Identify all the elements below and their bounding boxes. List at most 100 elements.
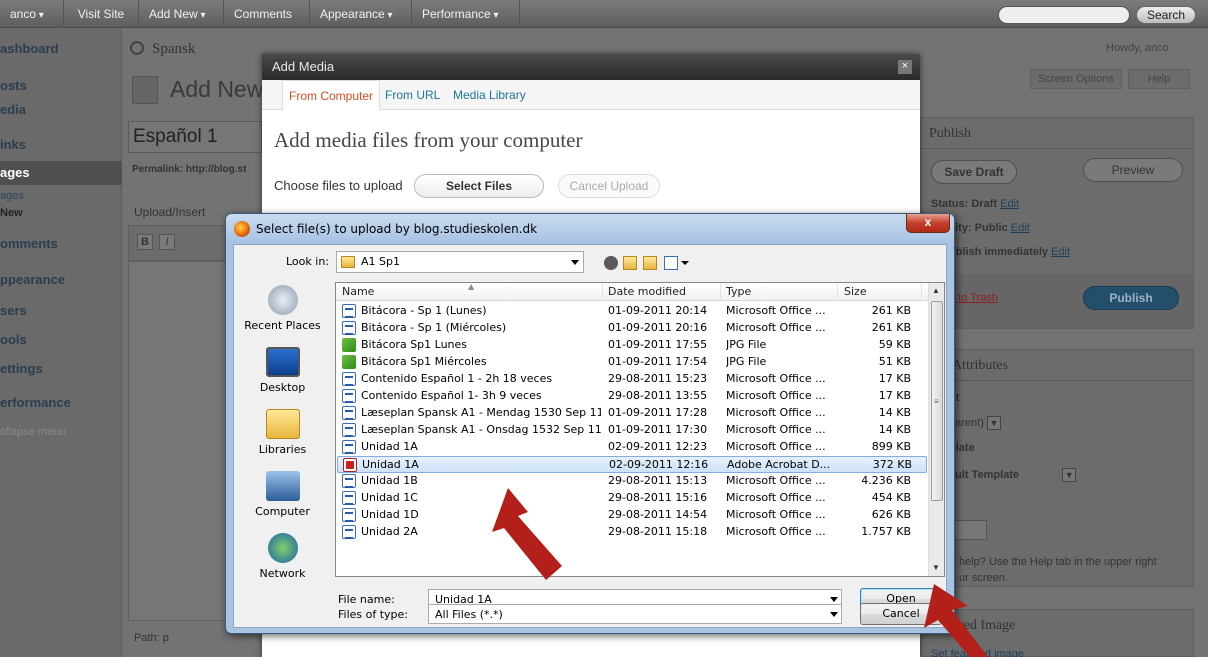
admin-bar-performance[interactable]: Performance [412,0,520,28]
sidebar-subitem-all-pages[interactable]: ages [0,190,122,202]
file-type: Microsoft Office ... [726,321,826,334]
tab-from-url[interactable]: From URL [385,80,440,110]
file-row[interactable]: Contenido Español 1 - 2h 18 veces 29-08-2… [337,371,927,388]
tab-from-computer[interactable]: From Computer [282,80,381,111]
file-row[interactable]: Unidad 1A 02-09-2011 12:23 Microsoft Offic… [337,439,927,456]
sidebar-item-performance[interactable]: erformance [0,395,122,410]
visibility-edit-link[interactable]: Edit [1011,222,1030,234]
file-row[interactable]: Contenido Español 1- 3h 9 veces 29-08-201… [337,388,927,405]
template-select[interactable]: ault Template ▼ [949,468,1077,482]
column-name[interactable]: Name [342,285,374,298]
file-date: 01-09-2011 17:55 [608,338,708,351]
howdy-user[interactable]: Howdy, anco [1106,42,1169,54]
file-size: 261 KB [871,304,911,317]
file-row[interactable]: Læseplan Spansk A1 - Mendag 1530 Sep 11 0… [337,405,927,422]
italic-button[interactable]: I [159,234,175,250]
file-upload-dialog: Select file(s) to upload by blog.studies… [225,213,955,634]
admin-bar-appearance[interactable]: Appearance [310,0,412,28]
publish-button[interactable]: Publish [1083,286,1179,310]
publish-time-edit-link[interactable]: Edit [1051,246,1070,258]
column-type[interactable]: Type [726,285,751,298]
move-to-trash-link[interactable]: e to Trash [949,292,998,304]
admin-bar-search-button[interactable]: Search [1136,6,1196,24]
admin-bar-comments[interactable]: Comments [224,0,310,28]
file-type: JPG File [726,355,767,368]
up-folder-icon[interactable] [623,256,637,270]
files-of-type-label: Files of type: [338,608,409,621]
place-recent-places[interactable]: Recent Places [235,285,330,332]
file-row[interactable]: Bitácora Sp1 Lunes 01-09-2011 17:55 JPG Fi… [337,337,927,354]
place-computer[interactable]: Computer [235,471,330,518]
file-list-scrollbar[interactable]: ▲ ≡ ▼ [928,283,944,576]
file-row[interactable]: Bitácora Sp1 Miércoles 01-09-2011 17:54 JP… [337,354,927,371]
add-media-close-button[interactable]: × [898,60,912,74]
column-size[interactable]: Size [844,285,867,298]
save-draft-button[interactable]: Save Draft [931,160,1017,184]
file-list: Name ▲ Date modified Type Size Bitácora … [335,282,945,577]
file-date: 01-09-2011 20:14 [608,304,708,317]
sidebar-collapse-menu[interactable]: ollapse menu [0,426,122,438]
word-file-icon [342,474,356,488]
file-name: Bitácora - Sp 1 (Lunes) [361,304,487,317]
file-row[interactable]: Læseplan Spansk A1 - Onsdag 1532 Sep 11 0… [337,422,927,439]
file-row[interactable]: Unidad 2A 29-08-2011 15:18 Microsoft Offic… [337,524,927,541]
back-icon[interactable] [604,256,618,270]
sidebar-item-pages[interactable]: ages [0,161,122,185]
parent-select[interactable]: parent) ▼ [949,416,1001,430]
file-row[interactable]: Unidad 1A 02-09-2011 12:16 Adobe Acrobat D… [337,456,927,473]
sidebar-item-links[interactable]: inks [0,137,122,152]
admin-bar-visit-site[interactable]: Visit Site [64,0,139,28]
sidebar-item-appearance[interactable]: ppearance [0,272,122,287]
file-dialog-close-button[interactable]: x [906,214,950,233]
publish-box: Publish Save Draft Preview Status: Draft… [920,117,1194,329]
look-in-dropdown[interactable]: A1 Sp1 [336,251,584,273]
file-size: 51 KB [878,355,911,368]
scrollbar-thumb[interactable]: ≡ [931,301,943,501]
file-size: 59 KB [878,338,911,351]
image-file-icon [342,355,356,369]
file-name: Contenido Español 1 - 2h 18 veces [361,372,553,385]
column-date-modified[interactable]: Date modified [608,285,686,298]
file-row[interactable]: Unidad 1C 29-08-2011 15:16 Microsoft Offic… [337,490,927,507]
bold-button[interactable]: B [137,234,153,250]
preview-button[interactable]: Preview [1083,158,1183,182]
file-row[interactable]: Unidad 1D 29-08-2011 14:54 Microsoft Offic… [337,507,927,524]
sidebar-item-tools[interactable]: ools [0,332,122,347]
sidebar-subitem-add-new[interactable]: New [0,207,122,219]
look-in-value: A1 Sp1 [361,255,400,268]
view-menu-icon[interactable] [664,256,678,270]
sidebar-item-comments[interactable]: omments [0,236,122,251]
file-size: 4.236 KB [861,474,911,487]
files-of-type-select[interactable]: All Files (*.*) [428,604,842,624]
select-files-button[interactable]: Select Files [414,174,544,198]
title-input[interactable]: Español 1 [128,121,262,153]
sidebar-item-posts[interactable]: osts [0,78,122,93]
file-date: 01-09-2011 17:54 [608,355,708,368]
file-date: 29-08-2011 15:18 [608,525,708,538]
file-name: Unidad 1A [361,440,418,453]
file-row[interactable]: Bitácora - Sp 1 (Lunes) 01-09-2011 20:14 M… [337,303,927,320]
file-row[interactable]: Unidad 1B 29-08-2011 15:13 Microsoft Offic… [337,473,927,490]
help-tab[interactable]: Help [1128,69,1190,89]
file-row[interactable]: Bitácora - Sp 1 (Miércoles) 01-09-2011 20… [337,320,927,337]
place-libraries[interactable]: Libraries [235,409,330,456]
cancel-upload-button[interactable]: Cancel Upload [558,174,660,198]
scroll-down-icon[interactable]: ▼ [932,563,940,572]
admin-bar-search-input[interactable] [998,6,1130,24]
sidebar-item-users[interactable]: sers [0,303,122,318]
word-file-icon [342,525,356,539]
scroll-up-icon[interactable]: ▲ [932,286,940,295]
word-file-icon [342,304,356,318]
sidebar-item-dashboard[interactable]: ashboard [0,41,122,56]
admin-bar-user-menu[interactable]: anco [0,0,64,28]
sidebar-item-media[interactable]: edia [0,102,122,117]
admin-bar-add-new[interactable]: Add New [139,0,224,28]
tab-media-library[interactable]: Media Library [453,80,526,110]
place-network[interactable]: Network [235,533,330,580]
sidebar-item-settings[interactable]: ettings [0,361,122,376]
new-folder-icon[interactable] [643,256,657,270]
screen-options-tab[interactable]: Screen Options [1030,69,1122,89]
place-desktop[interactable]: Desktop [235,347,330,394]
file-date: 02-09-2011 12:23 [608,440,708,453]
status-edit-link[interactable]: Edit [1000,198,1019,210]
